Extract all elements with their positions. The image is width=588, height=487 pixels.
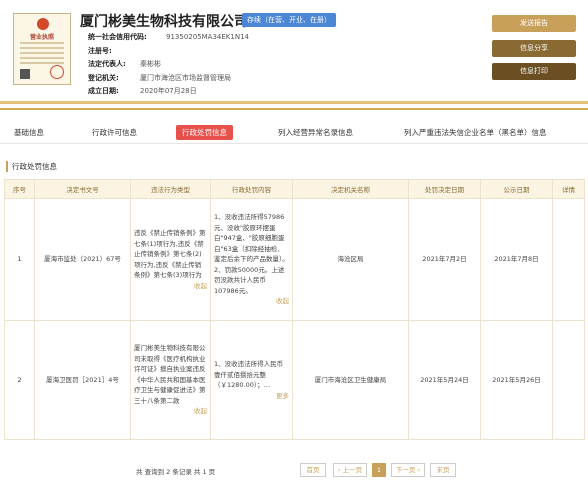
qr-code-icon <box>20 69 30 79</box>
row-decision-date: 2021年7月2日 <box>408 198 481 321</box>
info-reg-no: 注册号: <box>88 47 112 55</box>
col-penalty-content: 行政处罚内容 <box>210 179 293 199</box>
row-no: 1 <box>4 198 35 321</box>
tab-admin-license[interactable]: 行政许可信息 <box>92 127 137 138</box>
col-decision-date: 处罚决定日期 <box>408 179 481 199</box>
company-header: 营业执照 厦门彬美生物科技有限公司 存续（在营、开业、在册） 统一社会信用代码:… <box>0 0 588 101</box>
print-info-button[interactable]: 信息打印 <box>492 63 576 80</box>
tab-blacklist[interactable]: 列入严重违法失信企业名单（黑名单）信息 <box>404 127 547 138</box>
table-row: 2 厦海卫医罚［2021］4号 厦门彬美生物科技有限公司未取得《医疗机构执业许可… <box>4 320 585 440</box>
record-count: 共 查询到 2 条记录 共 1 页 <box>136 468 216 476</box>
collapse-link[interactable]: 收起 <box>214 296 289 307</box>
info-legal-rep: 法定代表人: 秦彬彬 <box>88 60 161 68</box>
info-credit-code: 统一社会信用代码: 91350205MA34EK1N14 <box>88 33 249 41</box>
info-reg-authority: 登记机关: 厦门市海沧区市场监督管理局 <box>88 74 231 82</box>
info-est-date: 成立日期: 2020年07月28日 <box>88 87 197 95</box>
row-authority: 厦门市海沧区卫生健康局 <box>292 320 409 440</box>
row-authority: 海沧区局 <box>292 198 409 321</box>
collapse-link[interactable]: 收起 <box>134 281 207 292</box>
row-publish-date: 2021年5月26日 <box>480 320 553 440</box>
business-license-image[interactable]: 营业执照 <box>13 13 71 85</box>
seal-icon <box>50 65 64 79</box>
row-detail[interactable] <box>552 198 585 321</box>
row-no: 2 <box>4 320 35 440</box>
tab-abnormal-list[interactable]: 列入经营异常名录信息 <box>278 127 353 138</box>
col-no: 序号 <box>4 179 35 199</box>
table-header-row: 序号 决定书文号 违法行为类型 行政处罚内容 决定机关名称 处罚决定日期 公示日… <box>4 179 585 199</box>
section-title: 行政处罚信息 <box>6 161 57 172</box>
tab-bar: 基础信息 行政许可信息 行政处罚信息 列入经营异常名录信息 列入严重违法失信企业… <box>0 122 588 144</box>
prev-page-button[interactable]: ‹ 上一页 <box>333 463 367 477</box>
current-page-button[interactable]: 1 <box>372 463 386 477</box>
header-divider <box>0 101 588 116</box>
row-doc-no: 厦海卫医罚［2021］4号 <box>34 320 131 440</box>
national-emblem-icon <box>37 18 49 30</box>
row-penalty-content: 1、没收违法所得57986元、没收"胶原环摆蛋白"947盒、"胶原细胞蛋白"63… <box>210 198 293 321</box>
last-page-button[interactable]: 末页 <box>430 463 456 477</box>
pagination: 共 查询到 2 条记录 共 1 页 首页 ‹ 上一页 1 下一页 › 末页 <box>0 462 588 478</box>
collapse-link[interactable]: 收起 <box>134 406 207 417</box>
row-doc-no: 厦海市监处（2021）67号 <box>34 198 131 321</box>
row-publish-date: 2021年7月8日 <box>480 198 553 321</box>
row-detail[interactable] <box>552 320 585 440</box>
col-violation-type: 违法行为类型 <box>130 179 211 199</box>
next-page-button[interactable]: 下一页 › <box>391 463 425 477</box>
table-row: 1 厦海市监处（2021）67号 违反《禁止传销条例》第七条(1)项行为,违反《… <box>4 198 585 321</box>
col-doc-no: 决定书文号 <box>34 179 131 199</box>
col-authority: 决定机关名称 <box>292 179 409 199</box>
row-decision-date: 2021年5月24日 <box>408 320 481 440</box>
tab-admin-penalty[interactable]: 行政处罚信息 <box>176 125 233 140</box>
license-title: 营业执照 <box>29 34 54 41</box>
row-violation-type: 违反《禁止传销条例》第七条(1)项行为,违反《禁止传销条例》第七条(2)项行为,… <box>130 198 211 321</box>
send-report-button[interactable]: 发送报告 <box>492 15 576 32</box>
row-penalty-content: 1、没收违法所得人民币壹仟贰佰捌拾元整（￥1280.00）；… 更多 <box>210 320 293 440</box>
company-name: 厦门彬美生物科技有限公司 <box>80 14 248 30</box>
first-page-button[interactable]: 首页 <box>300 463 326 477</box>
status-badge: 存续（在营、开业、在册） <box>242 13 336 27</box>
penalty-table: 序号 决定书文号 违法行为类型 行政处罚内容 决定机关名称 处罚决定日期 公示日… <box>4 179 585 440</box>
more-link[interactable]: 更多 <box>214 391 289 402</box>
col-publish-date: 公示日期 <box>480 179 553 199</box>
share-info-button[interactable]: 信息分享 <box>492 40 576 57</box>
col-detail: 详情 <box>552 179 585 199</box>
tab-basic-info[interactable]: 基础信息 <box>14 127 44 138</box>
row-violation-type: 厦门彬美生物科技有限公司未取得《医疗机构执业许可证》擅自执业案违反《中华人民共和… <box>130 320 211 440</box>
